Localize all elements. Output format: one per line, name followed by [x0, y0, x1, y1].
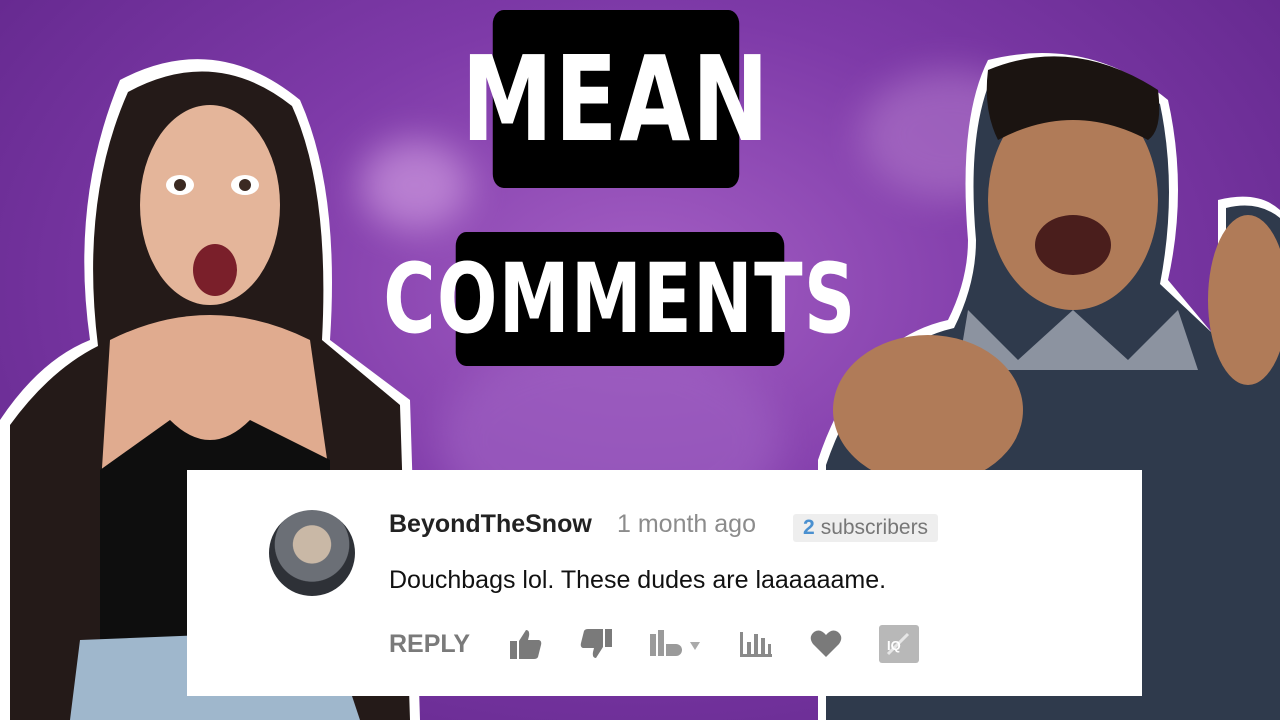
- subscriber-count: 2: [803, 516, 815, 539]
- stats-icon[interactable]: [738, 626, 774, 662]
- iq-icon[interactable]: IQ: [878, 624, 920, 664]
- thumbs-down-icon[interactable]: [578, 626, 614, 662]
- comment-card: BeyondTheSnow 1 month ago 2 subscribers …: [187, 470, 1142, 696]
- subscriber-badge: 2 subscribers: [793, 514, 939, 542]
- title-line-mean: MEAN: [462, 10, 769, 188]
- tubebuddy-icon[interactable]: [648, 626, 704, 662]
- reply-button[interactable]: REPLY: [389, 630, 470, 659]
- comment-timestamp[interactable]: 1 month ago: [617, 510, 756, 539]
- comment-username[interactable]: BeyondTheSnow: [389, 510, 592, 539]
- avatar[interactable]: [269, 510, 355, 596]
- svg-text:IQ: IQ: [887, 638, 901, 653]
- subscriber-label: subscribers: [820, 516, 929, 539]
- heart-icon[interactable]: [808, 626, 844, 662]
- title-line-comments: COMMENTS: [383, 232, 855, 366]
- thumbs-up-icon[interactable]: [508, 626, 544, 662]
- comment-text: Douchbags lol. These dudes are laaaaaame…: [389, 566, 887, 594]
- comment-actions: REPLY IQ: [389, 624, 954, 664]
